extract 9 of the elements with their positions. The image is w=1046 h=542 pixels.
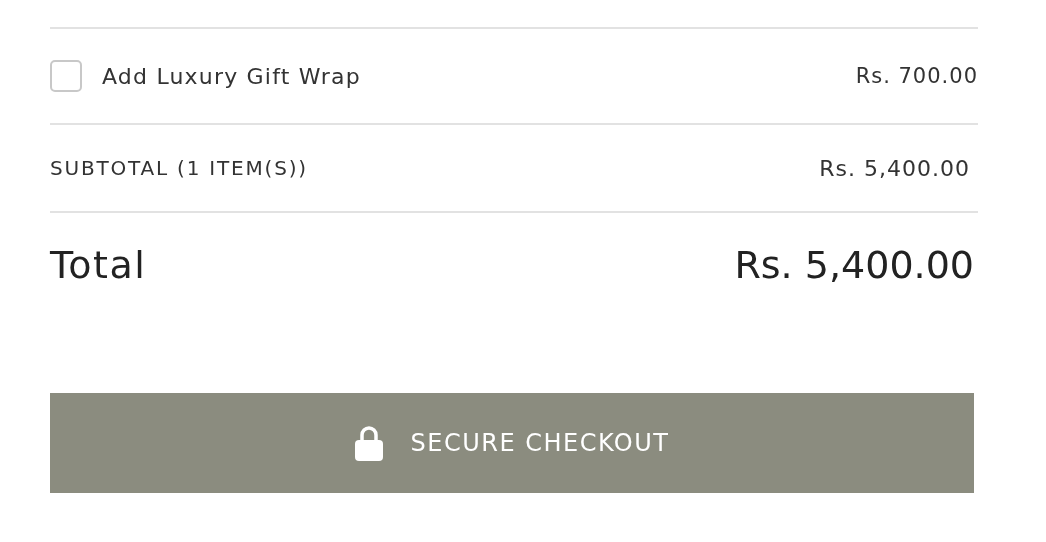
checkout-button[interactable]: SECURE CHECKOUT — [50, 393, 974, 493]
total-label: Total — [50, 243, 147, 287]
subtotal-label: SUBTOTAL (1 ITEM(S)) — [50, 156, 308, 180]
total-value: Rs. 5,400.00 — [734, 243, 974, 287]
subtotal-value: Rs. 5,400.00 — [819, 155, 970, 181]
checkbox[interactable] — [50, 60, 82, 92]
lock-icon — [354, 425, 383, 461]
gift-wrap-label: Add Luxury Gift Wrap — [102, 63, 361, 89]
gift-wrap-price: Rs. 700.00 — [855, 64, 978, 88]
